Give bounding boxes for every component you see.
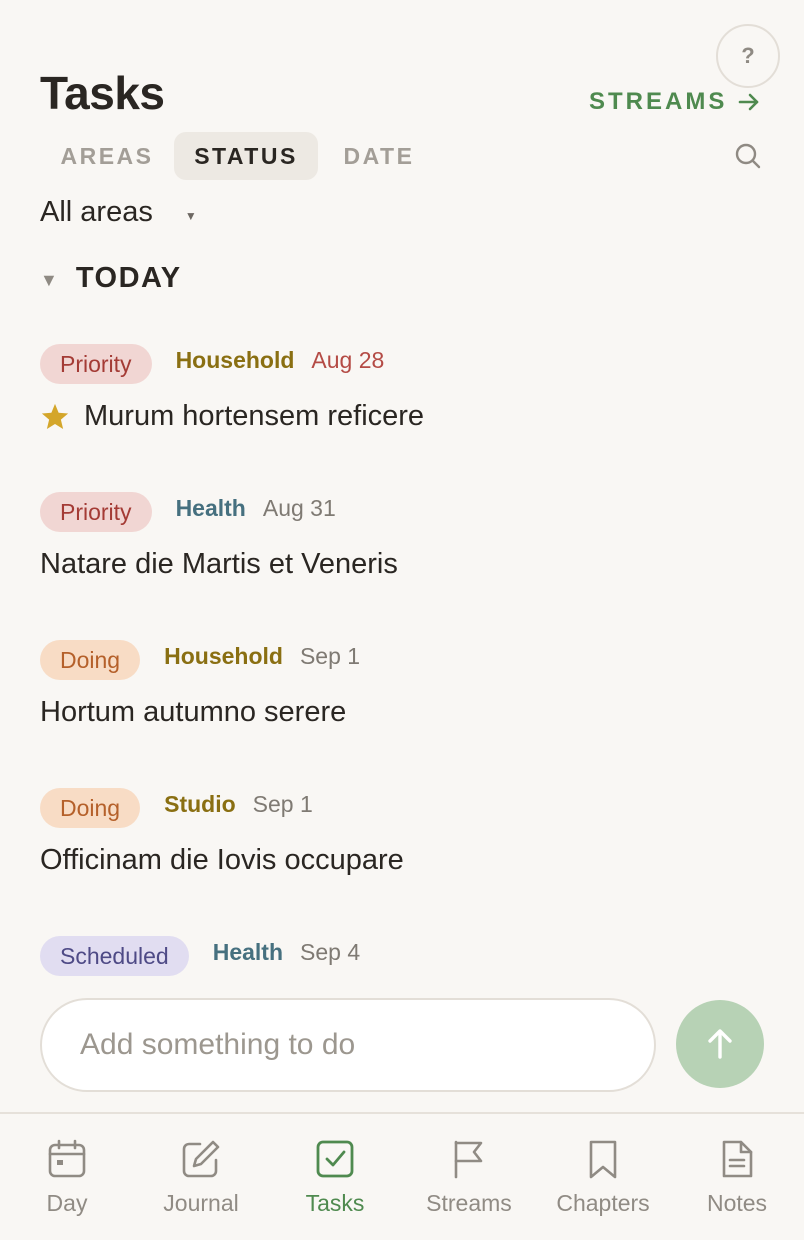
- flag-icon: [454, 1140, 483, 1179]
- star-icon: [41, 403, 69, 429]
- document-icon: [722, 1140, 753, 1178]
- status-badge: Priority: [40, 492, 152, 532]
- nav-label: Tasks: [305, 1190, 365, 1216]
- task-item[interactable]: Priority Health Aug 31 Natare die Martis…: [40, 492, 760, 581]
- collapse-triangle-icon: ▼: [40, 270, 58, 290]
- nav-item-notes[interactable]: Notes: [670, 1114, 804, 1240]
- task-date: Sep 1: [299, 642, 361, 669]
- task-meta: Priority Health Aug 31: [40, 492, 760, 532]
- caret-down-icon: ▼: [184, 208, 197, 223]
- task-item[interactable]: Priority Household Aug 28 Murum hortense…: [40, 344, 760, 433]
- task-meta: Priority Household Aug 28: [40, 344, 760, 384]
- task-title: Hortum autumno serere: [40, 696, 347, 728]
- submit-task-button[interactable]: [676, 1000, 764, 1088]
- nav-item-journal[interactable]: Journal: [134, 1114, 268, 1240]
- view-tabs: AREAS STATUS DATE: [40, 132, 440, 180]
- checkbox-icon: [316, 1140, 354, 1178]
- section-label: TODAY: [75, 262, 182, 294]
- edit-icon: [182, 1140, 220, 1178]
- arrow-right-icon: [739, 93, 759, 111]
- task-meta: Scheduled Health Sep 4: [40, 936, 760, 976]
- search-icon[interactable]: [734, 142, 762, 170]
- task-area: Health: [175, 494, 246, 521]
- status-badge: Doing: [40, 640, 141, 680]
- nav-label: Notes: [706, 1190, 768, 1216]
- calendar-icon: [48, 1139, 86, 1178]
- nav-item-day[interactable]: Day: [0, 1114, 134, 1240]
- task-area: Household: [175, 346, 295, 373]
- task-title-row: Natare die Martis et Veneris: [40, 548, 760, 581]
- task-title-row: Murum hortensem reficere: [40, 400, 760, 433]
- section-header-today[interactable]: ▼ TODAY: [40, 262, 182, 295]
- add-task-composer: [40, 998, 656, 1092]
- task-date: Aug 28: [311, 346, 385, 373]
- task-title: Murum hortensem reficere: [84, 400, 425, 432]
- tab-areas[interactable]: AREAS: [40, 132, 174, 180]
- task-title: Officinam die Iovis occupare: [40, 844, 404, 876]
- add-task-input[interactable]: [80, 1028, 654, 1062]
- task-meta: Doing Studio Sep 1: [40, 788, 760, 828]
- task-title-row: Hortum autumno serere: [40, 696, 760, 729]
- task-area: Household: [164, 642, 283, 669]
- task-meta: Doing Household Sep 1: [40, 640, 760, 680]
- nav-item-streams[interactable]: Streams: [402, 1114, 536, 1240]
- nav-label: Chapters: [556, 1190, 650, 1216]
- streams-link-label: STREAMS: [589, 88, 728, 115]
- tab-date[interactable]: DATE: [318, 132, 440, 180]
- task-title-row: Officinam die Iovis occupare: [40, 844, 760, 877]
- help-button[interactable]: ?: [716, 24, 780, 88]
- status-badge: Doing: [40, 788, 141, 828]
- status-badge: Scheduled: [40, 936, 189, 976]
- task-date: Sep 1: [252, 790, 313, 817]
- nav-label: Streams: [426, 1190, 512, 1216]
- task-area: Health: [212, 938, 283, 965]
- task-item[interactable]: Scheduled Health Sep 4: [40, 936, 760, 976]
- nav-label: Journal: [163, 1190, 239, 1216]
- bottom-navigation: Day Journal Tasks Streams Chapters Notes: [0, 1112, 804, 1240]
- nav-item-chapters[interactable]: Chapters: [536, 1114, 670, 1240]
- task-date: Aug 31: [262, 494, 336, 521]
- bookmark-icon: [589, 1140, 617, 1179]
- area-filter-value: All areas: [40, 196, 153, 228]
- task-area: Studio: [164, 790, 236, 817]
- streams-link[interactable]: STREAMS: [589, 88, 761, 116]
- task-item[interactable]: Doing Household Sep 1 Hortum autumno ser…: [40, 640, 760, 729]
- status-badge: Priority: [40, 344, 152, 384]
- page-title: Tasks: [40, 67, 165, 119]
- arrow-up-icon: [708, 1029, 732, 1059]
- area-filter-dropdown[interactable]: All areas ▼: [40, 196, 197, 229]
- task-item[interactable]: Doing Studio Sep 1 Officinam die Iovis o…: [40, 788, 760, 877]
- task-date: Sep 4: [300, 938, 361, 965]
- tab-status[interactable]: STATUS: [174, 132, 318, 180]
- task-title: Natare die Martis et Veneris: [40, 548, 398, 580]
- nav-label: Day: [46, 1190, 88, 1216]
- nav-item-tasks[interactable]: Tasks: [268, 1114, 402, 1240]
